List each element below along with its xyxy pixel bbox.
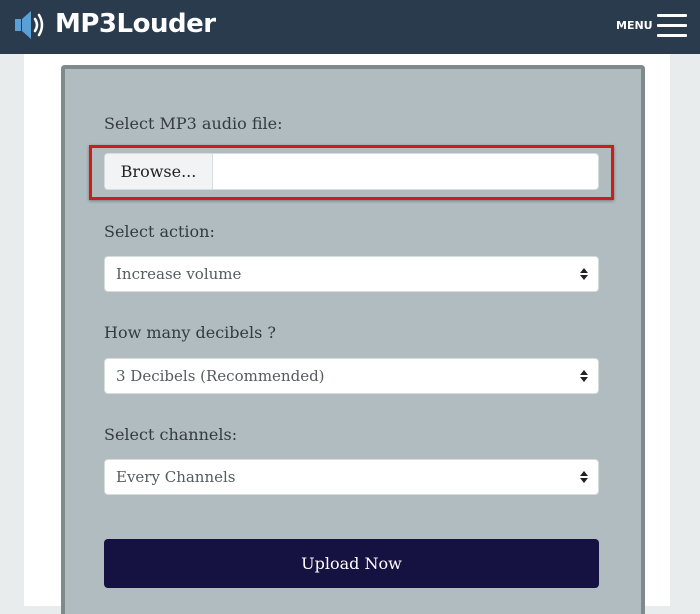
file-label: Select MP3 audio file:	[104, 114, 283, 133]
menu-label[interactable]: MENU	[616, 19, 653, 33]
speaker-icon[interactable]	[14, 9, 48, 41]
hamburger-icon[interactable]	[657, 14, 687, 38]
select-arrows-icon	[580, 268, 588, 280]
action-select[interactable]: Increase volume	[104, 256, 599, 292]
decibels-label: How many decibels ?	[104, 323, 276, 342]
channels-select[interactable]: Every Channels	[104, 459, 599, 495]
brand-name[interactable]: MP3Louder	[55, 7, 216, 41]
action-select-value: Increase volume	[116, 265, 242, 283]
decibels-select[interactable]: 3 Decibels (Recommended)	[104, 358, 599, 394]
highlight-annotation	[89, 145, 614, 200]
upload-now-button[interactable]: Upload Now	[104, 539, 599, 588]
channels-select-value: Every Channels	[116, 468, 236, 486]
select-arrows-icon	[580, 370, 588, 382]
decibels-select-value: 3 Decibels (Recommended)	[116, 367, 325, 385]
top-navbar: MP3Louder MENU	[0, 0, 700, 54]
channels-label: Select channels:	[104, 425, 238, 444]
action-label: Select action:	[104, 222, 215, 241]
select-arrows-icon	[580, 471, 588, 483]
